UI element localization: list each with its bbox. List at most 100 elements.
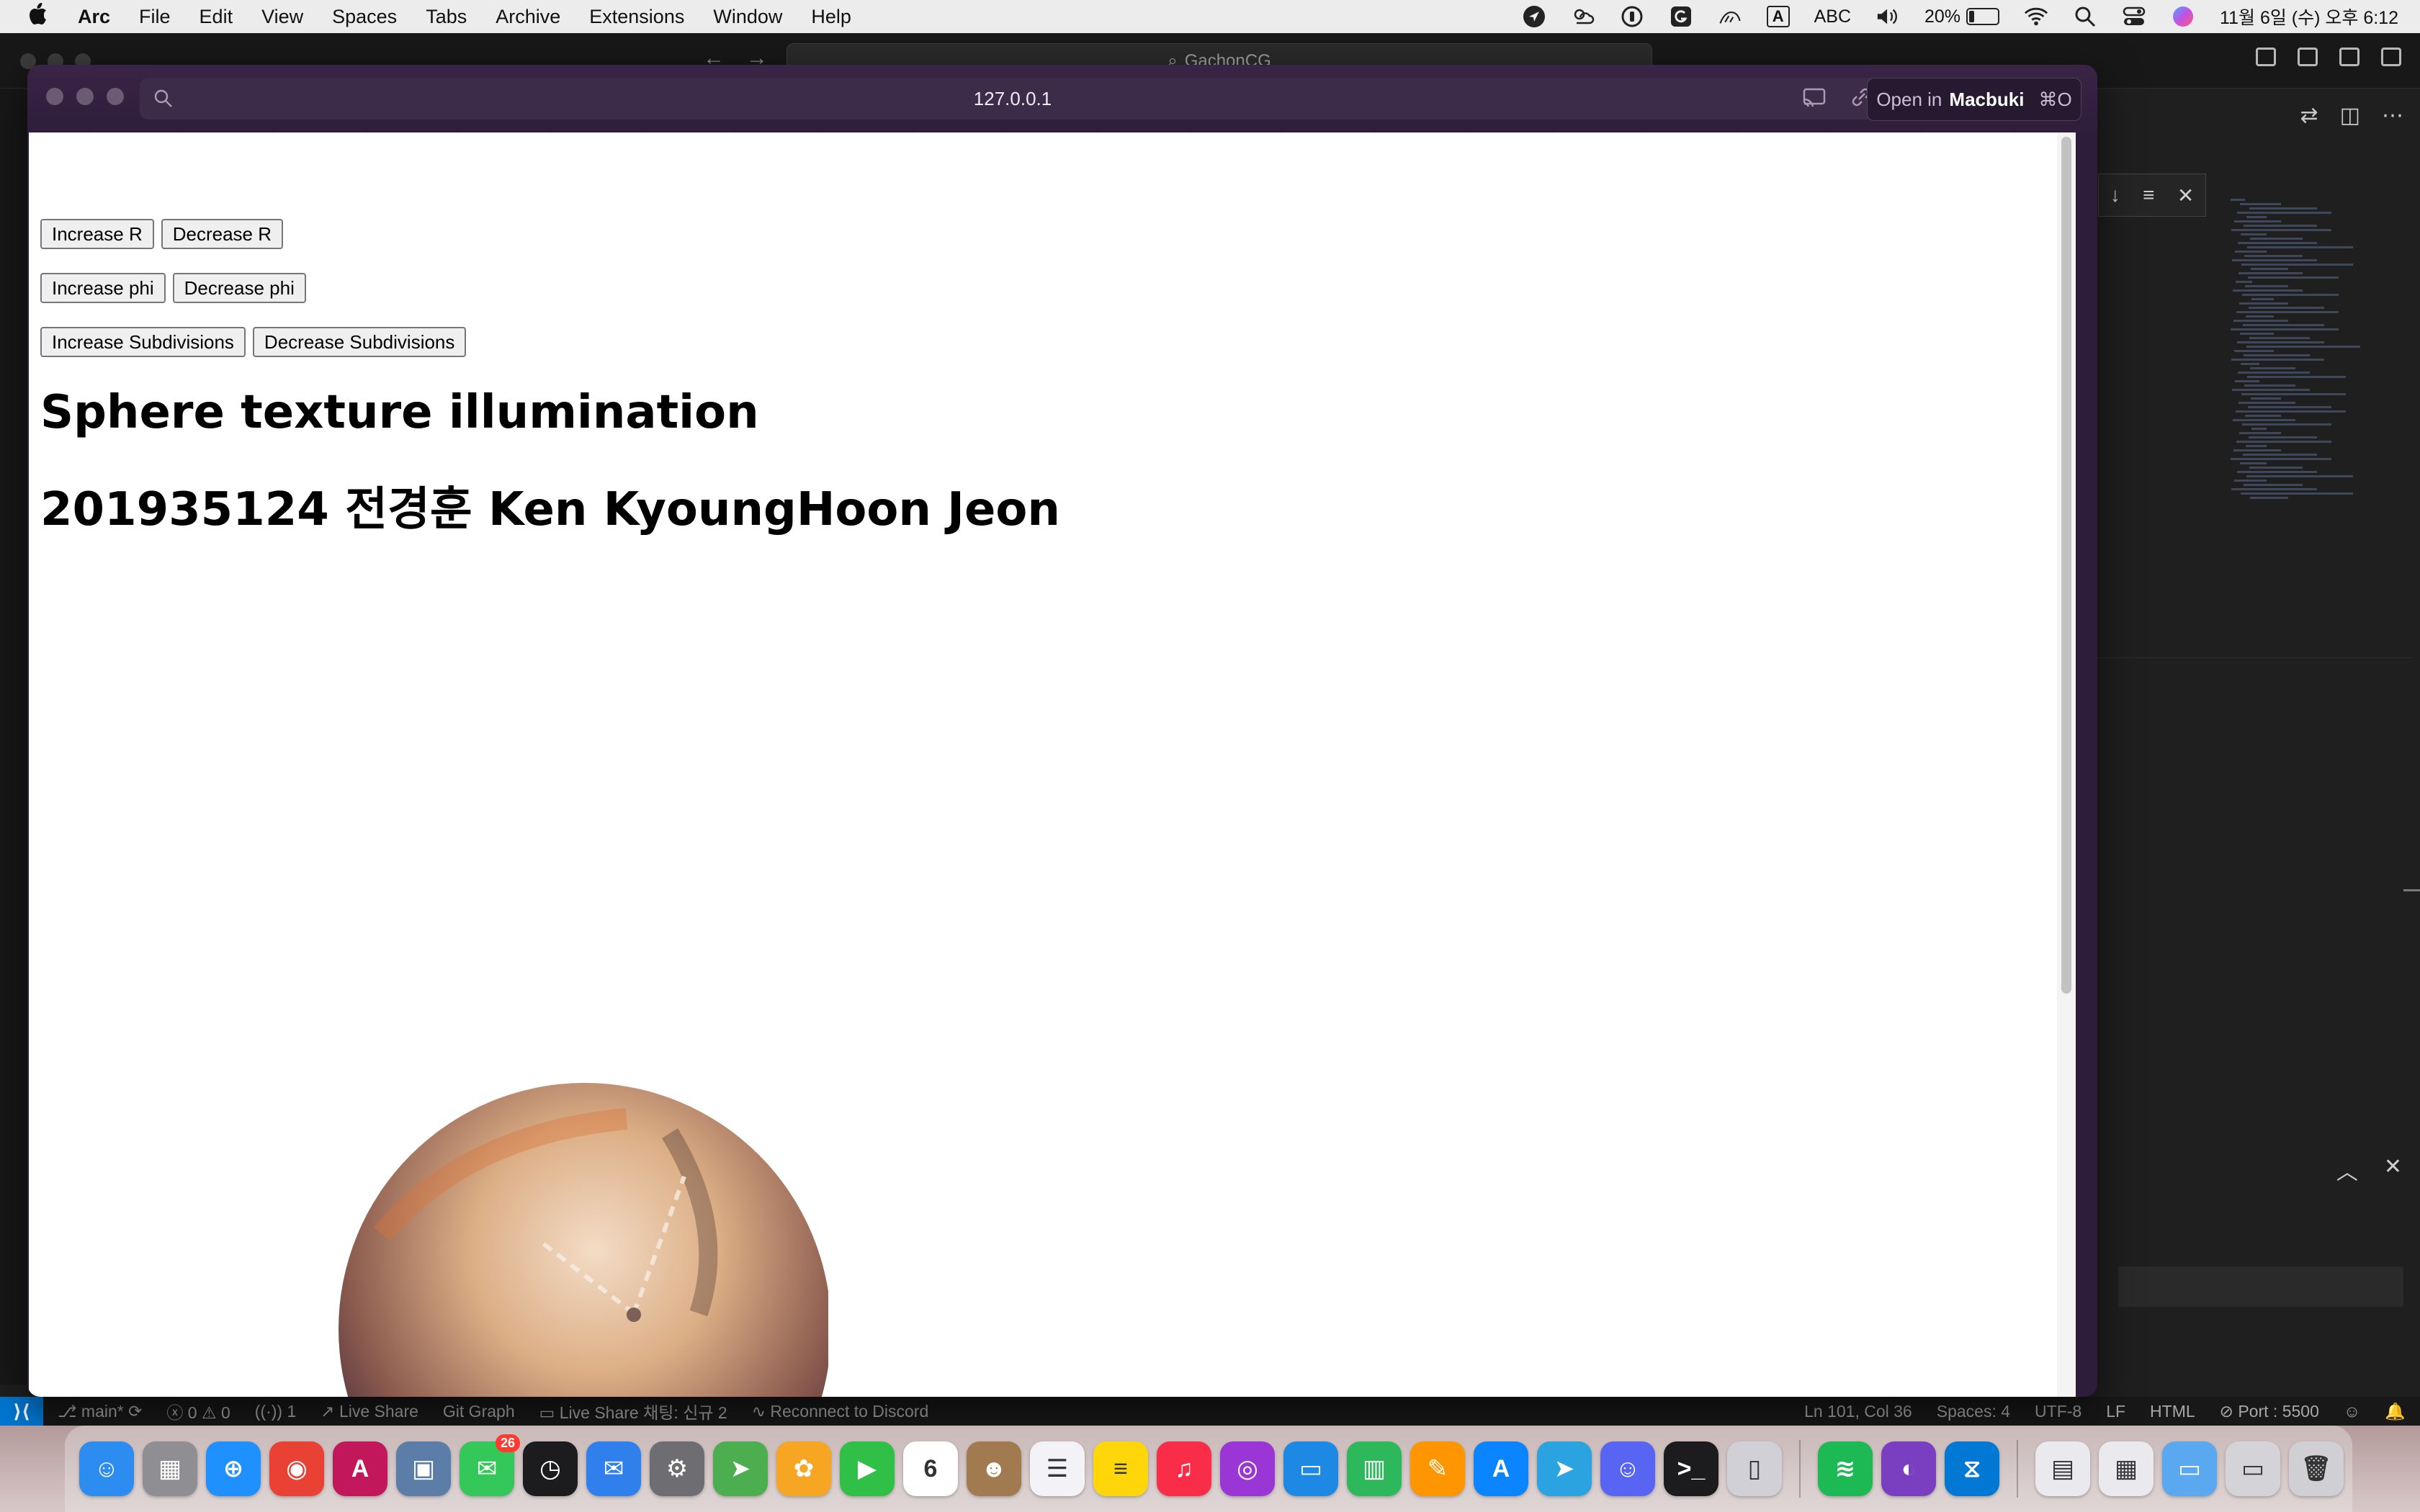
dock-app-facetime-icon[interactable]: ▶ <box>840 1441 895 1496</box>
menu-help[interactable]: Help <box>811 6 851 28</box>
input-source-badge[interactable]: A <box>1766 6 1790 27</box>
dock-app-podcasts-icon[interactable]: ◎ <box>1220 1441 1275 1496</box>
battery-indicator[interactable]: 20% <box>1924 6 2000 27</box>
password-manager-icon[interactable] <box>1620 4 1644 29</box>
split-editor-icon[interactable]: ◫ <box>2340 103 2360 128</box>
decrease-subdivisions-button[interactable]: Decrease Subdivisions <box>252 327 467 357</box>
dock-app-finder-icon[interactable]: ☺ <box>79 1441 134 1496</box>
volume-icon[interactable] <box>1876 4 1900 29</box>
dock-app-downloads-icon[interactable]: ▦ <box>2099 1441 2154 1496</box>
toggle-secondary-sidebar-icon[interactable] <box>2339 48 2360 66</box>
problems-status[interactable]: ⓧ 0 ⚠ 0 <box>166 1399 230 1423</box>
dock-app-app-store-icon[interactable]: A <box>1474 1441 1528 1496</box>
dock-app-launchpad-icon[interactable]: ▦ <box>143 1441 197 1496</box>
encoding-status[interactable]: UTF-8 <box>2035 1402 2081 1421</box>
dock-app-github-desktop-icon[interactable]: ◐ <box>1881 1441 1936 1496</box>
remote-indicator-icon[interactable]: ⟩⟨ <box>0 1397 43 1426</box>
spotlight-search-icon[interactable] <box>2073 4 2097 29</box>
menubar-clock[interactable]: 11월 6일 (수) 오후 6:12 <box>2220 4 2398 30</box>
weather-icon[interactable] <box>1571 4 1595 29</box>
live-share-chat-status[interactable]: ▭ Live Share 채팅: 신규 2 <box>539 1399 727 1423</box>
dock-app-notes-icon[interactable]: ≡ <box>1093 1441 1148 1496</box>
close-find-icon[interactable]: ✕ <box>2177 184 2194 207</box>
dock-app-messages-icon[interactable]: ✉ 26 <box>460 1434 520 1496</box>
dock-app-music-icon[interactable]: ♫ <box>1157 1441 1211 1496</box>
toggle-sidebar-icon[interactable] <box>2256 48 2276 66</box>
dock-app-chrome-icon[interactable]: ◉ <box>269 1441 324 1496</box>
open-in-space-button[interactable]: Open in Macbuki ⌘O <box>1867 78 2081 121</box>
dock-app-keynote-icon[interactable]: ▭ <box>1283 1441 1338 1496</box>
live-share-status[interactable]: ↗ Live Share <box>321 1402 418 1421</box>
dock-app-contacts-icon[interactable]: ☻ <box>967 1441 1021 1496</box>
menu-spaces[interactable]: Spaces <box>332 6 397 28</box>
page-scrollbar[interactable] <box>2057 132 2076 1397</box>
increase-phi-button[interactable]: Increase phi <box>40 273 166 303</box>
discord-status[interactable]: ∿ Reconnect to Discord <box>752 1402 929 1421</box>
page-scrollbar-thumb[interactable] <box>2061 137 2071 994</box>
dock-app-vs-code-icon[interactable]: ⧖ <box>1945 1441 1999 1496</box>
dock-app-reminders-icon[interactable]: ☰ <box>1030 1441 1085 1496</box>
location-arrow-icon[interactable] <box>1522 4 1546 29</box>
dock-app-documents-icon[interactable]: ▤ <box>2035 1441 2090 1496</box>
cursor-position[interactable]: Ln 101, Col 36 <box>1804 1402 1912 1421</box>
close-panel-icon[interactable]: ✕ <box>2384 1154 2402 1186</box>
ports-status[interactable]: ((·)) 1 <box>255 1402 296 1421</box>
compare-changes-icon[interactable]: ⇄ <box>2300 103 2318 128</box>
menu-view[interactable]: View <box>261 6 303 28</box>
decrease-phi-button[interactable]: Decrease phi <box>172 273 306 303</box>
menu-tabs[interactable]: Tabs <box>426 6 467 28</box>
dock-app-mail-icon[interactable]: ✉ <box>586 1441 641 1496</box>
dock-app-photos-icon[interactable]: ✿ <box>776 1441 831 1496</box>
git-graph-status[interactable]: Git Graph <box>443 1402 515 1421</box>
increase-r-button[interactable]: Increase R <box>40 219 154 249</box>
menu-extensions[interactable]: Extensions <box>589 6 684 28</box>
menu-archive[interactable]: Archive <box>496 6 560 28</box>
dock-app-spotify-icon[interactable]: ≋ <box>1818 1441 1873 1496</box>
maximize-panel-icon[interactable]: ︿ <box>2336 1154 2358 1186</box>
more-actions-icon[interactable]: ⋯ <box>2382 103 2403 128</box>
dock-app-safari-icon[interactable]: ⊕ <box>206 1441 261 1496</box>
dock-app-numbers-icon[interactable]: ▥ <box>1347 1441 1402 1496</box>
terminal-input-area[interactable] <box>2118 1266 2403 1307</box>
siri-icon[interactable] <box>2171 4 2195 29</box>
address-bar[interactable]: 127.0.0.1 <box>140 78 1886 120</box>
menu-window[interactable]: Window <box>713 6 782 28</box>
apple-menu-icon[interactable] <box>27 3 49 30</box>
decrease-r-button[interactable]: Decrease R <box>161 219 284 249</box>
menu-file[interactable]: File <box>139 6 171 28</box>
dock-app-calendar-icon[interactable]: 6 <box>903 1441 958 1496</box>
dock-app-car-icon[interactable]: ▭ <box>2226 1441 2280 1496</box>
app-name-menu[interactable]: Arc <box>78 6 110 28</box>
grammarly-icon[interactable] <box>1669 4 1693 29</box>
increase-subdivisions-button[interactable]: Increase Subdivisions <box>40 327 246 357</box>
notifications-bell-icon[interactable]: 🔔 <box>2385 1402 2406 1421</box>
toggle-panel-icon[interactable] <box>2298 48 2318 66</box>
control-center-icon[interactable] <box>2122 4 2146 29</box>
eol-status[interactable]: LF <box>2106 1402 2125 1421</box>
dock-app-affinity-icon[interactable]: A <box>333 1441 387 1496</box>
dock-app-terminal-icon[interactable]: >_ <box>1664 1441 1718 1496</box>
hand-gesture-icon[interactable] <box>1718 4 1742 29</box>
minimize-window-button[interactable] <box>76 88 94 105</box>
dock-app-iphone-mirroring-icon[interactable]: ▯ <box>1727 1441 1782 1496</box>
dock-app-preview-icon[interactable]: ▣ <box>396 1441 451 1496</box>
wifi-icon[interactable] <box>2024 4 2048 29</box>
dock-app-trash-icon[interactable]: 🗑 <box>2289 1441 2344 1496</box>
customize-layout-icon[interactable] <box>2381 48 2401 66</box>
dock-app-clock-icon[interactable]: ◷ <box>523 1441 578 1496</box>
dock-app-telegram-icon[interactable]: ➤ <box>1537 1441 1592 1496</box>
next-match-icon[interactable]: ↓ <box>2110 184 2120 207</box>
dock-app-system-settings-icon[interactable]: ⚙ <box>650 1441 704 1496</box>
input-source-label[interactable]: ABC <box>1814 6 1851 27</box>
dock-app-pages-icon[interactable]: ✎ <box>1410 1441 1465 1496</box>
cast-icon[interactable] <box>1802 86 1828 113</box>
close-window-button[interactable] <box>46 88 63 105</box>
copilot-icon[interactable]: ☺ <box>2344 1402 2360 1421</box>
zoom-window-button[interactable] <box>107 88 124 105</box>
branch-status[interactable]: ⎇ main* ⟳ <box>58 1402 142 1421</box>
webgl-canvas[interactable] <box>324 1054 831 1397</box>
dock-app-folder-icon[interactable]: ▭ <box>2162 1441 2217 1496</box>
dock-app-discord-icon[interactable]: ☺ <box>1600 1441 1655 1496</box>
find-in-selection-icon[interactable]: ≡ <box>2143 184 2154 207</box>
live-server-port[interactable]: ⊘ Port : 5500 <box>2220 1402 2319 1421</box>
